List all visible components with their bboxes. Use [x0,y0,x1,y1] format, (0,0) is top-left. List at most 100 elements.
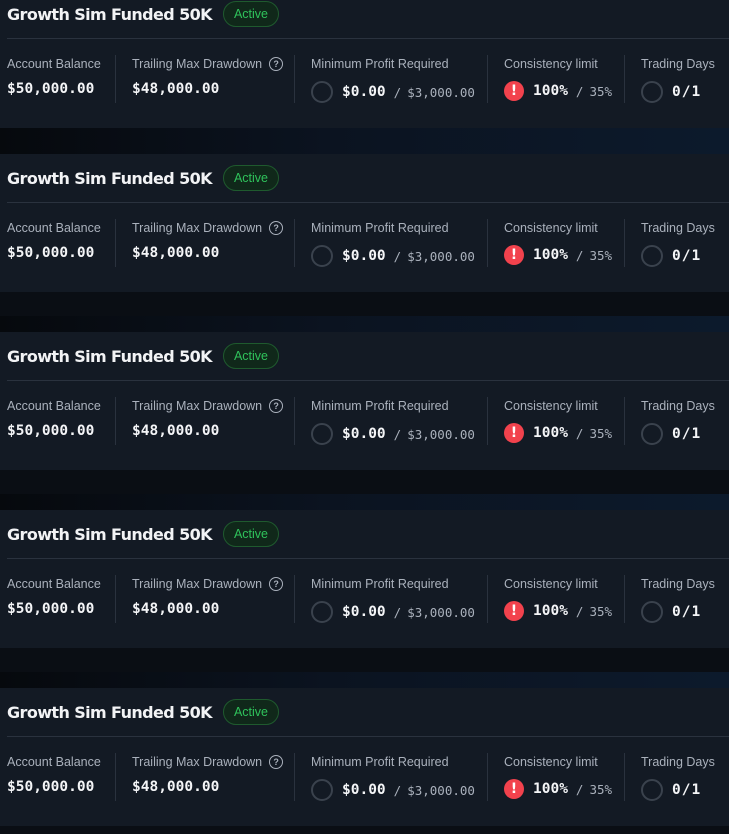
stat-separator [115,753,116,801]
status-badge: Active [222,1,280,27]
question-icon[interactable]: ? [269,399,284,413]
question-icon[interactable]: ? [269,577,284,591]
trailing-max-drawdown-label: Trailing Max Drawdown ? [132,577,284,591]
separator-slash: / [393,782,402,798]
consistency-label: Consistency limit [504,577,598,591]
stat-separator [487,219,488,267]
separator-slash: / [575,425,584,441]
status-badge: Active [222,343,280,369]
consistency-value-row: ! 100% / 35% [504,423,612,443]
separator-slash: / [393,604,402,620]
account-name: Growth Sim Funded 50K [7,524,213,544]
account-stats: Account Balance $50,000.00 Trailing Max … [0,203,729,292]
account-balance-value: $50,000.00 [7,245,95,261]
stat-trading-days: Trading Days 0 / 1 [641,559,729,648]
account-balance-value: $50,000.00 [7,601,95,617]
separator-slash: / [575,83,584,99]
progress-ring-icon [641,423,663,445]
account-card[interactable]: Growth Sim Funded 50K Active Account Bal… [0,332,729,470]
account-card-header: Growth Sim Funded 50K Active [7,510,729,558]
trailing-max-drawdown-value: $48,000.00 [132,81,220,97]
trailing-max-drawdown-label-text: Trailing Max Drawdown [132,399,263,413]
trading-days-required: 1 [691,84,701,100]
progress-ring-icon [311,779,333,801]
alert-icon: ! [504,423,524,443]
stat-separator [115,219,116,267]
stat-separator [115,575,116,623]
alert-icon: ! [504,601,524,621]
consistency-label: Consistency limit [504,221,598,235]
trailing-max-drawdown-value: $48,000.00 [132,423,220,439]
consistency-label: Consistency limit [504,57,598,71]
trading-days-current: 0 [672,84,681,100]
stat-separator [624,219,625,267]
minimum-profit-target: $3,000.00 [407,604,475,620]
trading-days-value-row: 0 / 1 [641,779,700,801]
question-icon[interactable]: ? [269,755,284,769]
stat-separator [487,575,488,623]
trading-days-required: 1 [691,782,701,798]
trading-days-current: 0 [672,426,681,442]
progress-ring-icon [311,601,333,623]
account-card[interactable]: Growth Sim Funded 50K Active Account Bal… [0,154,729,292]
progress-ring-icon [311,245,333,267]
stat-separator [115,397,116,445]
account-card[interactable]: Growth Sim Funded 50K Active Account Bal… [0,0,729,128]
trailing-max-drawdown-label: Trailing Max Drawdown ? [132,57,284,71]
separator-slash: / [575,781,584,797]
consistency-label: Consistency limit [504,755,598,769]
consistency-target: 35% [589,781,613,797]
trading-days-current: 0 [672,604,681,620]
minimum-profit-value-row: $0.00 / $3,000.00 [311,601,475,623]
minimum-profit-value: $0.00 [342,782,386,798]
status-badge: Active [222,699,280,725]
stat-separator [294,753,295,801]
separator-slash: / [681,84,691,100]
consistency-label: Consistency limit [504,399,598,413]
stat-consistency: Consistency limit ! 100% / 35% [504,39,622,128]
account-stats: Account Balance $50,000.00 Trailing Max … [0,39,729,128]
progress-ring-icon [641,81,663,103]
trading-days-current: 0 [672,248,681,264]
stat-separator [294,575,295,623]
minimum-profit-value: $0.00 [342,604,386,620]
minimum-profit-value: $0.00 [342,248,386,264]
question-icon[interactable]: ? [269,57,284,71]
stat-trailing-max-drawdown: Trailing Max Drawdown ? $48,000.00 [132,559,292,648]
stat-account-balance: Account Balance $50,000.00 [7,203,117,292]
stat-minimum-profit: Minimum Profit Required $0.00 / $3,000.0… [311,737,486,826]
stat-separator [294,55,295,103]
account-card-header: Growth Sim Funded 50K Active [7,0,729,38]
minimum-profit-value-row: $0.00 / $3,000.00 [311,779,475,801]
consistency-target: 35% [589,603,613,619]
alert-icon: ! [504,779,524,799]
trailing-max-drawdown-value: $48,000.00 [132,779,220,795]
stat-account-balance: Account Balance $50,000.00 [7,381,117,470]
minimum-profit-value: $0.00 [342,426,386,442]
minimum-profit-label: Minimum Profit Required [311,577,449,591]
stat-minimum-profit: Minimum Profit Required $0.00 / $3,000.0… [311,381,486,470]
stat-consistency: Consistency limit ! 100% / 35% [504,559,622,648]
question-icon[interactable]: ? [269,221,284,235]
trading-days-label: Trading Days [641,221,715,235]
account-balance-label: Account Balance [7,755,101,769]
trading-days-label: Trading Days [641,755,715,769]
account-card[interactable]: Growth Sim Funded 50K Active Account Bal… [0,688,729,826]
stat-consistency: Consistency limit ! 100% / 35% [504,381,622,470]
account-stats: Account Balance $50,000.00 Trailing Max … [0,381,729,470]
separator-slash: / [681,248,691,264]
account-card[interactable]: Growth Sim Funded 50K Active Account Bal… [0,510,729,648]
minimum-profit-target: $3,000.00 [407,782,475,798]
minimum-profit-target: $3,000.00 [407,248,475,264]
account-card-header: Growth Sim Funded 50K Active [7,688,729,736]
stat-consistency: Consistency limit ! 100% / 35% [504,737,622,826]
trading-days-value-row: 0 / 1 [641,423,700,445]
consistency-value-row: ! 100% / 35% [504,779,612,799]
separator-slash: / [681,604,691,620]
consistency-value-row: ! 100% / 35% [504,245,612,265]
consistency-target: 35% [589,247,613,263]
trailing-max-drawdown-label: Trailing Max Drawdown ? [132,221,284,235]
trailing-max-drawdown-label-text: Trailing Max Drawdown [132,221,263,235]
progress-ring-icon [311,423,333,445]
stat-minimum-profit: Minimum Profit Required $0.00 / $3,000.0… [311,39,486,128]
